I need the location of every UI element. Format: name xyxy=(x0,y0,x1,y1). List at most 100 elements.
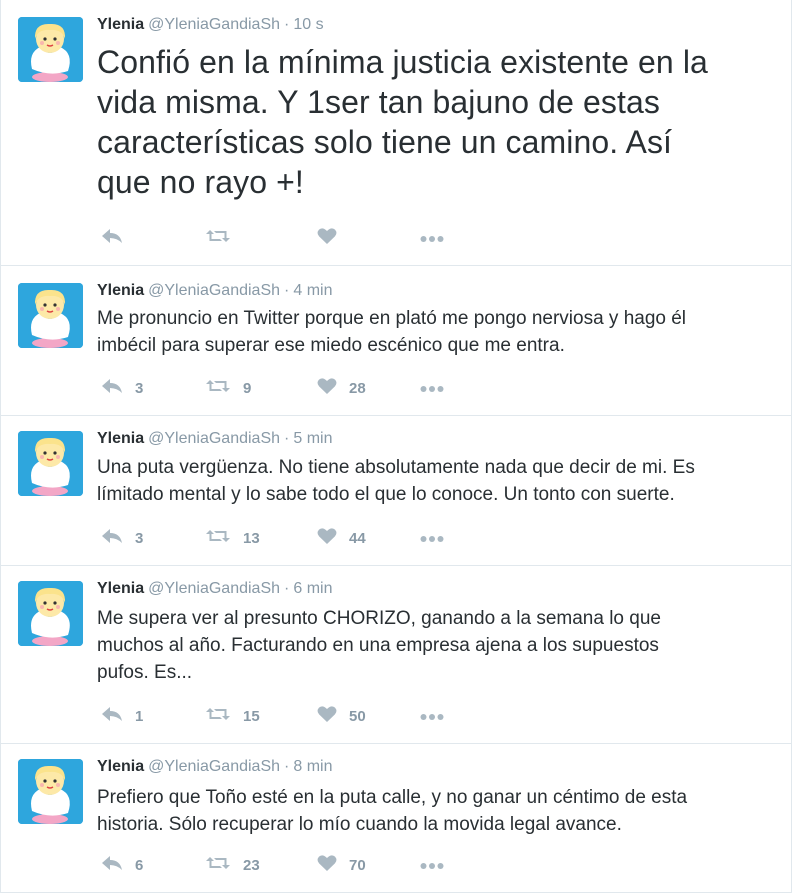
tweet-item[interactable]: Ylenia @YleniaGandiaSh · 6 min Me supera ve… xyxy=(1,566,791,744)
like-button[interactable]: 28 xyxy=(317,376,366,400)
like-count: 28 xyxy=(349,379,366,397)
retweet-button[interactable]: 23 xyxy=(205,853,260,877)
more-options-button[interactable] xyxy=(420,376,444,400)
like-button[interactable] xyxy=(317,226,349,250)
retweet-count: 15 xyxy=(243,707,260,725)
timestamp[interactable]: 6 min xyxy=(293,580,332,597)
display-name[interactable]: Ylenia xyxy=(97,16,144,33)
display-name[interactable]: Ylenia xyxy=(97,758,144,775)
user-handle[interactable]: @YleniaGandiaSh xyxy=(148,16,280,33)
like-count: 50 xyxy=(349,707,366,725)
retweet-icon xyxy=(205,528,231,548)
more-dots-icon xyxy=(420,230,444,247)
user-handle[interactable]: @YleniaGandiaSh xyxy=(148,580,280,597)
reply-icon xyxy=(101,855,123,875)
avatar-illustration xyxy=(18,17,83,82)
heart-icon xyxy=(317,854,337,876)
separator-dot: · xyxy=(284,16,290,33)
reply-count: 1 xyxy=(135,707,144,725)
display-name[interactable]: Ylenia xyxy=(97,430,144,447)
reply-button[interactable]: 1 xyxy=(101,704,143,728)
tweet-header: Ylenia @YleniaGandiaSh · 6 min xyxy=(97,578,332,600)
heart-icon xyxy=(317,227,337,249)
timestamp[interactable]: 4 min xyxy=(293,282,332,299)
retweet-count: 13 xyxy=(243,529,260,547)
avatar[interactable] xyxy=(18,431,83,496)
heart-icon xyxy=(317,377,337,399)
timestamp[interactable]: 5 min xyxy=(293,430,332,447)
tweet-text: Me pronuncio en Twitter porque en plató … xyxy=(97,308,687,356)
heart-icon xyxy=(317,527,337,549)
display-name[interactable]: Ylenia xyxy=(97,580,144,597)
user-handle[interactable]: @YleniaGandiaSh xyxy=(148,758,280,775)
tweet-actions xyxy=(97,226,597,250)
avatar[interactable] xyxy=(18,759,83,824)
heart-icon xyxy=(317,705,337,727)
tweet-header: Ylenia @YleniaGandiaSh · 4 min xyxy=(97,280,332,302)
tweet-header: Ylenia @YleniaGandiaSh · 8 min xyxy=(97,756,332,778)
more-dots-icon xyxy=(420,380,444,397)
tweet-actions: 1 15 50 xyxy=(97,704,597,728)
retweet-icon xyxy=(205,378,231,398)
tweet-item[interactable]: Ylenia @YleniaGandiaSh · 8 min Prefiero que… xyxy=(1,744,791,893)
like-count: 70 xyxy=(349,856,366,874)
more-options-button[interactable] xyxy=(420,704,444,728)
like-button[interactable]: 50 xyxy=(317,704,366,728)
tweet-item[interactable]: Ylenia @YleniaGandiaSh · 4 min Me pronuncio… xyxy=(1,266,791,416)
tweet-header: Ylenia @YleniaGandiaSh · 10 s xyxy=(97,14,324,36)
retweet-icon xyxy=(205,706,231,726)
more-dots-icon xyxy=(420,857,444,874)
tweet-actions: 3 9 28 xyxy=(97,376,597,400)
reply-button[interactable]: 3 xyxy=(101,376,143,400)
user-handle[interactable]: @YleniaGandiaSh xyxy=(148,282,280,299)
reply-icon xyxy=(101,528,123,548)
retweet-icon xyxy=(205,228,231,248)
reply-icon xyxy=(101,228,123,248)
tweet-actions: 3 13 44 xyxy=(97,526,597,550)
separator-dot: · xyxy=(284,430,290,447)
retweet-button[interactable]: 13 xyxy=(205,526,260,550)
avatar-illustration xyxy=(18,759,83,824)
timestamp[interactable]: 8 min xyxy=(293,758,332,775)
like-button[interactable]: 70 xyxy=(317,853,366,877)
retweet-button[interactable]: 9 xyxy=(205,376,251,400)
avatar-illustration xyxy=(18,581,83,646)
reply-icon xyxy=(101,378,123,398)
separator-dot: · xyxy=(284,580,290,597)
tweet-actions: 6 23 70 xyxy=(97,853,597,877)
tweet-item[interactable]: Ylenia @YleniaGandiaSh · 10 s Confió en la … xyxy=(1,0,791,266)
more-options-button[interactable] xyxy=(420,526,444,550)
tweet-timeline: Ylenia @YleniaGandiaSh · 10 s Confió en la … xyxy=(0,0,792,893)
separator-dot: · xyxy=(284,282,290,299)
avatar[interactable] xyxy=(18,17,83,82)
more-options-button[interactable] xyxy=(420,226,444,250)
more-options-button[interactable] xyxy=(420,853,444,877)
reply-button[interactable]: 6 xyxy=(101,853,143,877)
timestamp[interactable]: 10 s xyxy=(293,16,323,33)
avatar-illustration xyxy=(18,283,83,348)
separator-dot: · xyxy=(284,758,290,775)
reply-count: 3 xyxy=(135,529,144,547)
more-dots-icon xyxy=(420,708,444,725)
tweet-text: Una puta vergüenza. No tiene absolutamen… xyxy=(97,457,695,505)
retweet-button[interactable] xyxy=(205,226,243,250)
like-count: 44 xyxy=(349,529,366,547)
tweet-text: Confió en la mínima justicia existente e… xyxy=(97,44,708,200)
more-dots-icon xyxy=(420,530,444,547)
reply-count: 3 xyxy=(135,379,144,397)
like-button[interactable]: 44 xyxy=(317,526,366,550)
avatar[interactable] xyxy=(18,581,83,646)
display-name[interactable]: Ylenia xyxy=(97,282,144,299)
reply-button[interactable] xyxy=(101,226,135,250)
reply-button[interactable]: 3 xyxy=(101,526,143,550)
avatar[interactable] xyxy=(18,283,83,348)
retweet-count: 23 xyxy=(243,856,260,874)
tweet-item[interactable]: Ylenia @YleniaGandiaSh · 5 min Una puta ver… xyxy=(1,416,791,566)
tweet-text: Me supera ver al presunto CHORIZO, ganan… xyxy=(97,608,661,683)
reply-count: 6 xyxy=(135,856,144,874)
tweet-text: Prefiero que Toño esté en la puta calle,… xyxy=(97,787,688,835)
retweet-button[interactable]: 15 xyxy=(205,704,260,728)
tweet-header: Ylenia @YleniaGandiaSh · 5 min xyxy=(97,428,332,450)
user-handle[interactable]: @YleniaGandiaSh xyxy=(148,430,280,447)
reply-icon xyxy=(101,706,123,726)
